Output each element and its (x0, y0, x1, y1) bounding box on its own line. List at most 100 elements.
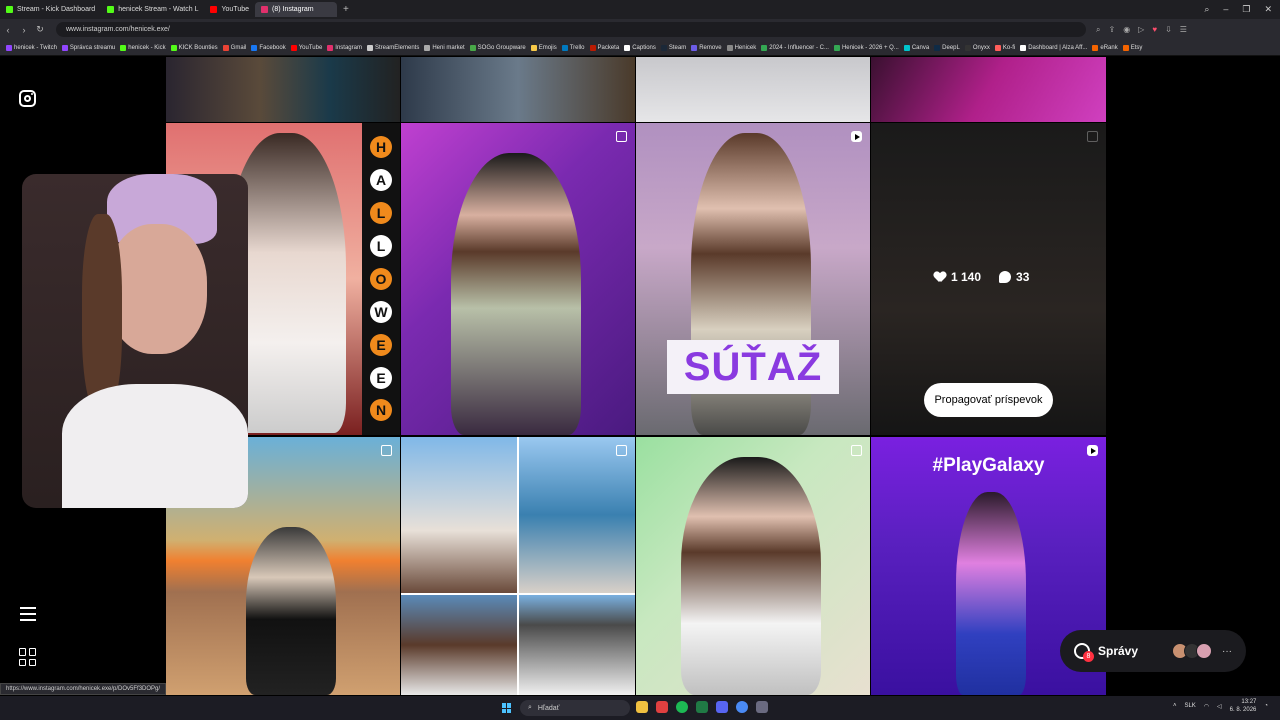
bookmark-favicon-icon (833, 44, 840, 51)
bookmark-item[interactable]: Etsy (1122, 44, 1142, 51)
language-indicator[interactable]: SLK (1184, 703, 1195, 709)
menu-icon[interactable]: ☰ (1180, 25, 1187, 35)
bookmark-item[interactable]: StreamElements (366, 44, 419, 51)
instagram-icon (261, 6, 268, 13)
camera-icon[interactable]: ◉ (1123, 25, 1130, 35)
bookmark-item[interactable]: Gmail (222, 44, 246, 51)
bookmark-item[interactable]: DeepL (934, 44, 960, 51)
hamburger-menu-icon[interactable] (20, 607, 36, 625)
url-field[interactable]: www.instagram.com/henicek.exe/ (56, 22, 1086, 37)
zoom-icon[interactable]: ⌕ (1096, 25, 1100, 35)
app-icon[interactable] (756, 701, 768, 713)
bookmark-favicon-icon (61, 44, 68, 51)
bookmark-favicon-icon (469, 44, 476, 51)
search-tabs-icon[interactable]: ⌕ (1204, 4, 1209, 15)
bookmark-item[interactable]: Steam (660, 44, 686, 51)
bookmark-item[interactable]: Packeta (589, 44, 619, 51)
apps-grid-icon[interactable] (19, 648, 37, 666)
new-tab-button[interactable]: + (337, 4, 355, 15)
bookmark-item[interactable]: Onyxx (964, 44, 990, 51)
download-icon[interactable]: ⇩ (1165, 25, 1172, 35)
post-thumbnail-collage[interactable] (401, 437, 635, 695)
reel-icon (851, 131, 862, 142)
likes-count: 1 140 (934, 270, 981, 284)
webcam-shirt (62, 384, 248, 508)
bookmark-favicon-icon (903, 44, 910, 51)
bookmark-item[interactable]: Henicek - 2026 + Q... (833, 44, 899, 51)
chevron-up-icon[interactable]: ˄ (1173, 703, 1177, 709)
file-explorer-icon[interactable] (636, 701, 648, 713)
taskbar-search[interactable]: ⌕ Hľadať (520, 700, 630, 716)
collage-photo (401, 437, 517, 593)
bookmark-favicon-icon (934, 44, 941, 51)
bookmark-item[interactable]: Instagram (327, 44, 362, 51)
wifi-icon[interactable]: ◠ (1204, 703, 1209, 710)
minimize-icon[interactable]: – (1223, 4, 1228, 15)
bookmark-item[interactable]: Emojis (530, 44, 557, 51)
more-icon: ··· (1222, 645, 1232, 657)
bookmark-item[interactable]: Heni market (424, 44, 465, 51)
bookmark-favicon-icon (290, 44, 297, 51)
bookmark-item[interactable]: YouTube (290, 44, 322, 51)
excel-icon[interactable] (696, 701, 708, 713)
bookmark-favicon-icon (589, 44, 596, 51)
bookmark-item[interactable]: Správca streamu (61, 44, 115, 51)
carousel-icon (616, 131, 627, 142)
maximize-icon[interactable]: ❐ (1242, 4, 1250, 15)
post-thumbnail[interactable] (166, 57, 400, 122)
bookmark-item[interactable]: 2024 - Influencer - C... (761, 44, 829, 51)
tab-instagram[interactable]: (8) Instagram (255, 2, 337, 17)
volume-icon[interactable]: ◁ (1217, 703, 1222, 710)
bookmark-item[interactable]: KICK Bounties (170, 44, 218, 51)
carousel-icon (1087, 131, 1098, 142)
photo-subject (246, 527, 336, 695)
back-icon[interactable]: ‹ (0, 25, 16, 35)
tab-youtube[interactable]: YouTube (204, 2, 255, 17)
bookmark-item[interactable]: Captions (624, 44, 656, 51)
browser-icon[interactable] (656, 701, 668, 713)
promote-post-button[interactable]: Propagovať príspevok (924, 383, 1053, 417)
tab-bar: Stream - Kick Dashboard henicek Stream -… (0, 0, 1280, 19)
post-thumbnail-green-room[interactable] (636, 437, 870, 695)
bookmark-item[interactable]: henicek - Twitch (6, 44, 57, 51)
bookmark-item[interactable]: henicek - Kick (120, 44, 166, 51)
comments-count: 33 (999, 270, 1029, 284)
bookmark-item[interactable]: Facebook (251, 44, 286, 51)
post-thumbnail[interactable] (636, 57, 870, 122)
bookmark-item[interactable]: Canva (903, 44, 929, 51)
share-icon[interactable]: ⇪ (1108, 25, 1115, 35)
post-thumbnail[interactable] (401, 57, 635, 122)
bookmark-item[interactable]: Trello (561, 44, 585, 51)
bookmarks-bar: henicek - Twitch Správca streamu henicek -… (0, 40, 1280, 56)
play-icon[interactable]: ▷ (1138, 25, 1144, 35)
bookmark-item[interactable]: Henicek (726, 44, 756, 51)
bookmark-item[interactable]: eRank (1092, 44, 1118, 51)
post-thumbnail[interactable] (871, 57, 1106, 122)
chrome-icon[interactable] (736, 701, 748, 713)
instagram-logo-icon[interactable] (19, 90, 36, 107)
bookmark-favicon-icon (424, 44, 431, 51)
post-thumbnail-gaming-room[interactable] (401, 123, 635, 435)
notifications-icon[interactable]: ◔ (1264, 703, 1268, 709)
bookmark-item[interactable]: Remove (691, 44, 722, 51)
bookmark-favicon-icon (624, 44, 631, 51)
bookmark-item[interactable]: SOGo Groupware (469, 44, 526, 51)
halloween-banner: H A L L O W E E N (362, 123, 400, 435)
tab-kick-dashboard[interactable]: Stream - Kick Dashboard (0, 2, 101, 17)
bookmark-item[interactable]: Dashboard | Alza Aff... (1020, 44, 1087, 51)
close-icon[interactable]: ✕ (1264, 4, 1272, 15)
discord-icon[interactable] (716, 701, 728, 713)
heart-icon[interactable]: ♥ (1152, 25, 1157, 35)
forward-icon[interactable]: › (16, 25, 32, 35)
reload-icon[interactable]: ↻ (32, 24, 48, 35)
avatar (1196, 643, 1212, 659)
bookmark-item[interactable]: Ko-fi (994, 44, 1015, 51)
spotify-icon[interactable] (676, 701, 688, 713)
tab-kick-stream[interactable]: henicek Stream - Watch L (101, 2, 204, 17)
windows-start-icon[interactable] (502, 703, 512, 713)
window-controls: ⌕ – ❐ ✕ (1204, 4, 1280, 15)
carousel-icon (381, 445, 392, 456)
post-hover-stats: 1 140 33 (934, 270, 1029, 284)
clock[interactable]: 13:27 6. 8. 2026 (1230, 698, 1257, 714)
bookmark-favicon-icon (1020, 44, 1027, 51)
